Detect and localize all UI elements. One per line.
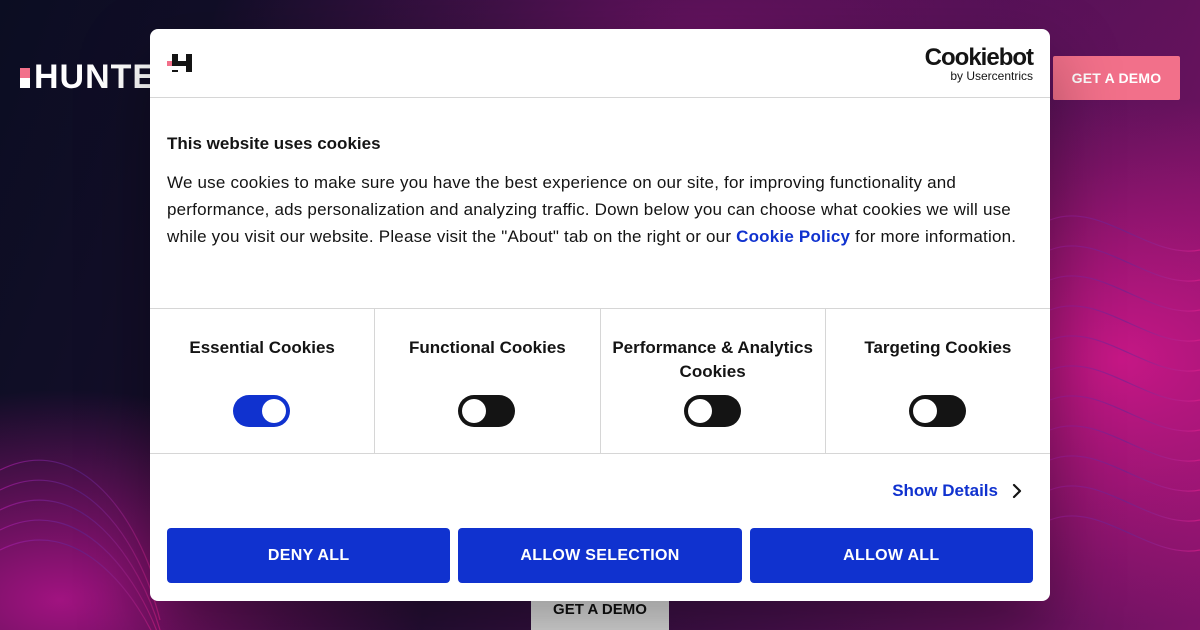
category-label: Targeting Cookies (864, 338, 1012, 357)
dialog-body: This website uses cookies We use cookies… (150, 98, 1050, 309)
dialog-title: This website uses cookies (167, 134, 381, 153)
toggle-knob (687, 399, 712, 423)
toggle-knob (912, 399, 937, 423)
description-text-end: for more information. (850, 227, 1017, 246)
site-logo[interactable]: HUNTE (20, 58, 156, 97)
cookiebot-name: Cookiebot (924, 44, 1034, 71)
allow-selection-button[interactable]: ALLOW SELECTION (458, 528, 742, 583)
dialog-header: Cookiebot by Usercentrics (150, 29, 1050, 98)
category-functional: Functional Cookies (375, 309, 601, 453)
show-details-link[interactable]: Show Details (892, 481, 1022, 501)
logo-text: HUNTE (34, 58, 157, 96)
chevron-right-icon (1012, 483, 1022, 499)
show-details-label: Show Details (892, 481, 998, 500)
deny-all-button[interactable]: DENY ALL (167, 528, 451, 583)
category-label: Functional Cookies (408, 338, 566, 357)
dialog-description: We use cookies to make sure you have the… (167, 169, 1033, 250)
category-label: Performance & Analytics Cookies (612, 338, 813, 381)
performance-cookies-toggle[interactable] (683, 395, 741, 427)
category-targeting: Targeting Cookies (826, 309, 1050, 453)
cookie-policy-link[interactable]: Cookie Policy (736, 227, 850, 246)
functional-cookies-toggle[interactable] (458, 395, 516, 427)
cookie-consent-dialog: Cookiebot by Usercentrics This website u… (150, 29, 1050, 601)
toggle-knob (262, 399, 287, 423)
category-essential: Essential Cookies (150, 309, 376, 453)
consent-buttons: DENY ALL ALLOW SELECTION ALLOW ALL (167, 528, 1033, 583)
category-label: Essential Cookies (189, 338, 335, 357)
cookie-categories: Essential Cookies Functional Cookies Per… (150, 309, 1050, 454)
toggle-knob (462, 399, 487, 423)
allow-all-button[interactable]: ALLOW ALL (749, 528, 1033, 583)
logo-mark-icon (20, 67, 30, 88)
targeting-cookies-toggle[interactable] (908, 395, 966, 427)
cookiebot-logo[interactable]: Cookiebot by Usercentrics (924, 44, 1034, 83)
cookiebot-byline: by Usercentrics (950, 69, 1033, 83)
get-demo-button-header[interactable]: GET A DEMO (1053, 56, 1180, 100)
category-performance: Performance & Analytics Cookies (601, 309, 826, 453)
brand-logo-icon (167, 54, 192, 72)
details-row: Show Details (150, 454, 1050, 528)
essential-cookies-toggle[interactable] (233, 395, 291, 427)
